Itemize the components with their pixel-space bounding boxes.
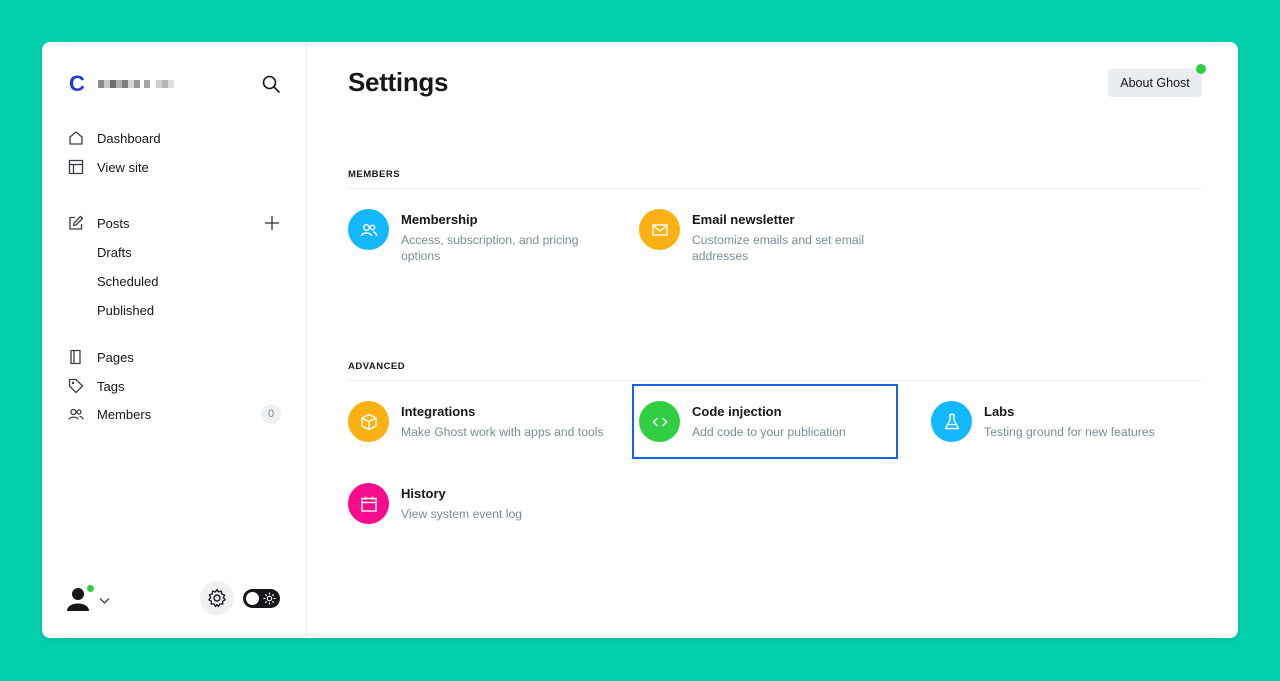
sun-icon <box>263 592 276 605</box>
sidebar-item-dashboard[interactable]: Dashboard <box>42 126 307 150</box>
flask-icon <box>931 401 972 442</box>
new-post-plus-icon[interactable] <box>263 214 281 232</box>
tile-description: Testing ground for new features <box>984 425 1155 439</box>
members-icon <box>348 209 389 250</box>
sidebar-item-label: Dashboard <box>97 130 161 146</box>
search-icon[interactable] <box>260 73 282 95</box>
tile-description: View system event log <box>401 507 523 521</box>
edit-icon <box>68 215 84 231</box>
envelope-icon <box>639 209 680 250</box>
settings-main: Settings About Ghost MEMBERS Membership … <box>308 42 1238 638</box>
tile-email-newsletter[interactable]: Email newsletter Customize emails and se… <box>639 209 907 275</box>
members-icon <box>68 406 84 422</box>
sidebar-item-scheduled[interactable]: Scheduled <box>42 269 307 293</box>
section-heading-advanced: ADVANCED <box>348 361 1202 381</box>
calendar-icon <box>348 483 389 524</box>
tile-description: Access, subscription, and pricing option… <box>401 233 579 263</box>
tile-integrations[interactable]: Integrations Make Ghost work with apps a… <box>348 401 616 467</box>
sidebar-item-label: Pages <box>97 349 134 365</box>
site-brand[interactable]: C <box>69 71 174 96</box>
sidebar-item-label: Members <box>97 406 152 422</box>
sidebar-item-label: Published <box>97 302 155 318</box>
tile-title: Membership <box>401 212 478 227</box>
code-injection-highlight-box <box>632 384 898 459</box>
sidebar-item-tags[interactable]: Tags <box>42 374 307 398</box>
blurred-site-name <box>98 80 174 88</box>
gear-icon <box>208 588 226 608</box>
sidebar-item-label: View site <box>97 159 149 175</box>
tile-labs[interactable]: Labs Testing ground for new features <box>931 401 1199 467</box>
sidebar-item-view-site[interactable]: View site <box>42 155 307 179</box>
page-icon <box>68 349 84 365</box>
brand-initial: C <box>69 71 85 96</box>
tile-description: Make Ghost work with apps and tools <box>401 425 604 439</box>
tile-history[interactable]: History View system event log <box>348 483 616 549</box>
sidebar-item-label: Tags <box>97 378 125 394</box>
online-status-dot <box>86 584 95 593</box>
box-icon <box>348 401 389 442</box>
tile-title: Integrations <box>401 404 476 419</box>
home-icon <box>68 130 84 146</box>
sidebar-item-pages[interactable]: Pages <box>42 345 307 369</box>
tile-title: Email newsletter <box>692 212 795 227</box>
sidebar-item-drafts[interactable]: Drafts <box>42 240 307 264</box>
chevron-down-icon[interactable] <box>99 593 110 604</box>
tile-title: Labs <box>984 404 1015 419</box>
sidebar-item-label: Scheduled <box>97 273 159 289</box>
sidebar: C Dashboard View site Posts Drafts Sched <box>42 42 307 638</box>
members-count-badge: 0 <box>261 404 281 424</box>
toggle-knob <box>246 592 259 605</box>
tile-title: History <box>401 486 446 501</box>
ghost-admin-window: C Dashboard View site Posts Drafts Sched <box>42 42 1238 638</box>
sidebar-item-label: Drafts <box>97 244 132 260</box>
layout-icon <box>68 159 84 175</box>
page-title: Settings <box>348 67 449 97</box>
sidebar-item-published[interactable]: Published <box>42 298 307 322</box>
section-heading-members: MEMBERS <box>348 169 1202 189</box>
tile-membership[interactable]: Membership Access, subscription, and pri… <box>348 209 616 275</box>
tile-description: Customize emails and set email addresses <box>692 233 865 263</box>
tag-icon <box>68 378 84 394</box>
sidebar-item-label: Posts <box>97 215 130 231</box>
dark-mode-toggle[interactable] <box>243 589 280 608</box>
update-status-dot <box>1196 64 1206 74</box>
about-ghost-button[interactable]: About Ghost <box>1108 69 1202 97</box>
settings-gear-button[interactable] <box>200 581 234 615</box>
